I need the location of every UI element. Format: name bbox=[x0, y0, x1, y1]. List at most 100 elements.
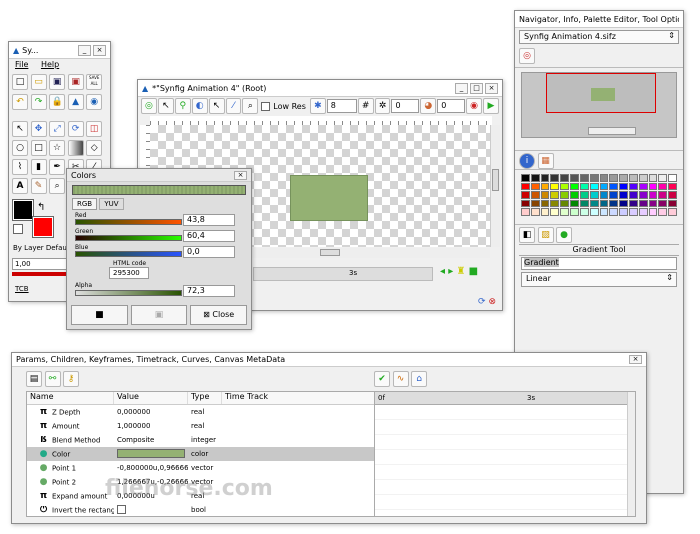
reset-colors-icon[interactable] bbox=[13, 224, 23, 234]
gradient-tool-icon[interactable] bbox=[67, 139, 84, 156]
palette-swatch[interactable] bbox=[658, 199, 668, 208]
palette-swatch[interactable] bbox=[668, 182, 677, 191]
lock-icon[interactable]: 🔒 bbox=[49, 94, 66, 110]
palette-swatch[interactable] bbox=[560, 174, 570, 182]
palette-swatch[interactable] bbox=[609, 199, 619, 208]
palette-swatch[interactable] bbox=[579, 199, 589, 208]
palette-swatch[interactable] bbox=[540, 182, 550, 191]
palette-swatch[interactable] bbox=[599, 174, 609, 182]
param-value[interactable]: 0,000000 bbox=[114, 408, 188, 416]
palette-swatch[interactable] bbox=[540, 191, 550, 199]
eyedropper-icon[interactable]: ⁄ bbox=[225, 98, 242, 114]
palette-editor-icon[interactable]: ▦ bbox=[537, 153, 554, 169]
palette-swatch[interactable] bbox=[638, 182, 648, 191]
palette-swatch[interactable] bbox=[521, 199, 530, 208]
palette-swatch[interactable] bbox=[628, 199, 638, 208]
palette-swatch[interactable] bbox=[628, 182, 638, 191]
children-tab-icon[interactable]: ⚯ bbox=[44, 371, 61, 387]
metadata-tab-icon[interactable]: ⌂ bbox=[411, 371, 428, 387]
frame-spin[interactable]: 0 bbox=[391, 99, 420, 113]
green-slider[interactable] bbox=[75, 235, 182, 241]
palette-swatch[interactable] bbox=[619, 208, 628, 216]
save-all-button[interactable]: SAVE ALL bbox=[86, 74, 103, 90]
palette-swatch[interactable] bbox=[521, 191, 530, 199]
palette-swatch[interactable] bbox=[668, 191, 677, 199]
palette-swatch[interactable] bbox=[619, 182, 628, 191]
palette-swatch[interactable] bbox=[638, 174, 648, 182]
palette-swatch[interactable] bbox=[599, 208, 609, 216]
palette-swatch[interactable] bbox=[540, 174, 550, 182]
palette-swatch[interactable] bbox=[579, 208, 589, 216]
gradient-name-field[interactable]: Gradient bbox=[521, 257, 677, 270]
close-button[interactable]: × bbox=[234, 170, 247, 180]
canvas-selector[interactable]: Synfig Animation 4.sifz ⇕ bbox=[519, 30, 679, 44]
palette-swatch[interactable] bbox=[648, 174, 658, 182]
preview-icon[interactable]: ◉ bbox=[86, 94, 103, 110]
stop-render-icon[interactable]: ⊗ bbox=[488, 297, 496, 307]
sketch-tool-icon[interactable]: ✎ bbox=[30, 177, 47, 194]
param-value[interactable]: 1,000000 bbox=[114, 422, 188, 430]
palette-swatch[interactable] bbox=[599, 199, 609, 208]
palette-swatch[interactable] bbox=[579, 174, 589, 182]
param-value[interactable] bbox=[114, 448, 188, 460]
grid-toggle-icon[interactable]: # bbox=[357, 98, 374, 114]
palette-swatch[interactable] bbox=[648, 182, 658, 191]
fill-tool-icon[interactable]: ▮ bbox=[30, 158, 47, 175]
palette-swatch[interactable] bbox=[530, 191, 540, 199]
navigator-preview[interactable] bbox=[521, 72, 677, 138]
palette-swatch[interactable] bbox=[668, 174, 677, 182]
palette-swatch[interactable] bbox=[638, 199, 648, 208]
tab-yuv[interactable]: YUV bbox=[99, 198, 124, 210]
palette-swatch[interactable] bbox=[658, 208, 668, 216]
stop-icon[interactable]: ◉ bbox=[466, 98, 483, 114]
param-row[interactable]: π Amount 1,000000 real bbox=[27, 419, 381, 433]
timetrack-tab-icon[interactable]: ✔ bbox=[374, 371, 390, 387]
palette-swatch[interactable] bbox=[619, 191, 628, 199]
palette-swatch[interactable] bbox=[560, 182, 570, 191]
vertical-scrollbar[interactable] bbox=[490, 125, 500, 247]
zoom-icon[interactable]: ⌕ bbox=[242, 98, 259, 114]
param-row[interactable]: π Z Depth 0,000000 real bbox=[27, 405, 381, 419]
red-spin[interactable]: 43,8 bbox=[183, 214, 235, 226]
palette-swatch[interactable] bbox=[530, 199, 540, 208]
red-slider[interactable] bbox=[75, 219, 182, 225]
palette-swatch[interactable] bbox=[589, 208, 599, 216]
swap-colors-icon[interactable]: ↰ bbox=[37, 202, 45, 213]
palette-swatch[interactable] bbox=[570, 191, 579, 199]
next-keyframe-icon[interactable]: ▸ bbox=[448, 266, 453, 277]
palette-swatch[interactable] bbox=[589, 174, 599, 182]
palette-swatch[interactable] bbox=[589, 191, 599, 199]
palette-swatch[interactable] bbox=[570, 208, 579, 216]
palette-swatch[interactable] bbox=[540, 208, 550, 216]
onion-skin-icon[interactable]: ◕ bbox=[420, 98, 437, 114]
save-as-icon[interactable]: ▣ bbox=[67, 74, 84, 90]
close-button[interactable]: × bbox=[629, 355, 642, 364]
palette-swatch[interactable] bbox=[668, 208, 677, 216]
maximize-button[interactable]: □ bbox=[470, 82, 483, 94]
render-icon[interactable]: ▲ bbox=[67, 94, 84, 110]
param-row[interactable]: ⏻ Invert the rectangle bool bbox=[27, 503, 381, 517]
palette-swatch[interactable] bbox=[648, 199, 658, 208]
palette-swatch[interactable] bbox=[619, 174, 628, 182]
smooth-move-tool-icon[interactable]: ✥ bbox=[30, 120, 47, 137]
time-slider[interactable]: 3s bbox=[253, 267, 433, 281]
palette-swatch[interactable] bbox=[609, 174, 619, 182]
redo-icon[interactable]: ↷ bbox=[30, 94, 47, 110]
palette-grid[interactable] bbox=[521, 174, 677, 216]
open-file-icon[interactable]: ▭ bbox=[30, 74, 47, 90]
param-value[interactable]: -0,800000u,0,966667u bbox=[114, 464, 188, 472]
params-tab-icon[interactable]: ▤ bbox=[26, 371, 42, 387]
render-settings-icon[interactable]: ✲ bbox=[374, 98, 391, 114]
alpha-spin[interactable]: 72,3 bbox=[183, 285, 235, 297]
palette-swatch[interactable] bbox=[619, 199, 628, 208]
keyframes-tab-icon[interactable]: ⚷ bbox=[63, 371, 80, 387]
alpha-slider[interactable] bbox=[75, 290, 182, 296]
info-icon[interactable]: i bbox=[519, 153, 535, 169]
tool-options-icon[interactable]: ● bbox=[556, 227, 573, 243]
zoom-tool-icon[interactable]: ⌕ bbox=[49, 177, 66, 194]
menu-file[interactable]: File bbox=[15, 60, 28, 69]
invert-checkbox[interactable] bbox=[117, 504, 126, 514]
palette-swatch[interactable] bbox=[668, 199, 677, 208]
palette-swatch[interactable] bbox=[530, 208, 540, 216]
palette-swatch[interactable] bbox=[521, 174, 530, 182]
